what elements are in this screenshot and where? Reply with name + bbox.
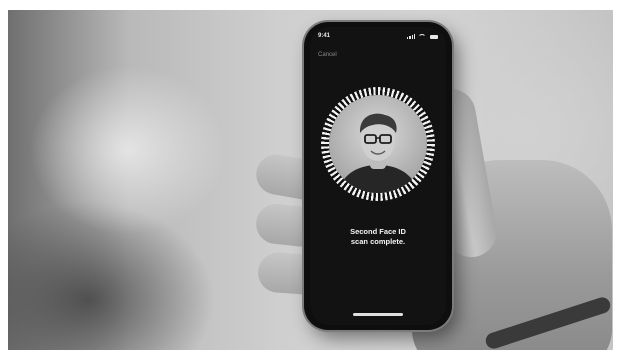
phone-screen: 9:41 Cancel Second Face ID scan complete… [310, 27, 446, 325]
cancel-button[interactable]: Cancel [318, 52, 337, 58]
home-indicator[interactable] [353, 313, 403, 316]
battery-icon [430, 35, 438, 39]
phone-device: 9:41 Cancel Second Face ID scan complete… [304, 22, 452, 330]
scan-status-line-1: Second Face ID [350, 227, 406, 236]
status-icons [407, 33, 438, 39]
face-camera-preview [329, 95, 427, 193]
photo-background: 9:41 Cancel Second Face ID scan complete… [8, 10, 613, 350]
status-time: 9:41 [318, 33, 331, 39]
face-portrait [337, 113, 419, 193]
wifi-icon [418, 34, 426, 39]
status-bar: 9:41 [310, 27, 446, 45]
signal-icon [407, 34, 415, 39]
scan-status-message: Second Face ID scan complete. [310, 227, 446, 247]
scan-status-line-2: scan complete. [350, 237, 406, 246]
